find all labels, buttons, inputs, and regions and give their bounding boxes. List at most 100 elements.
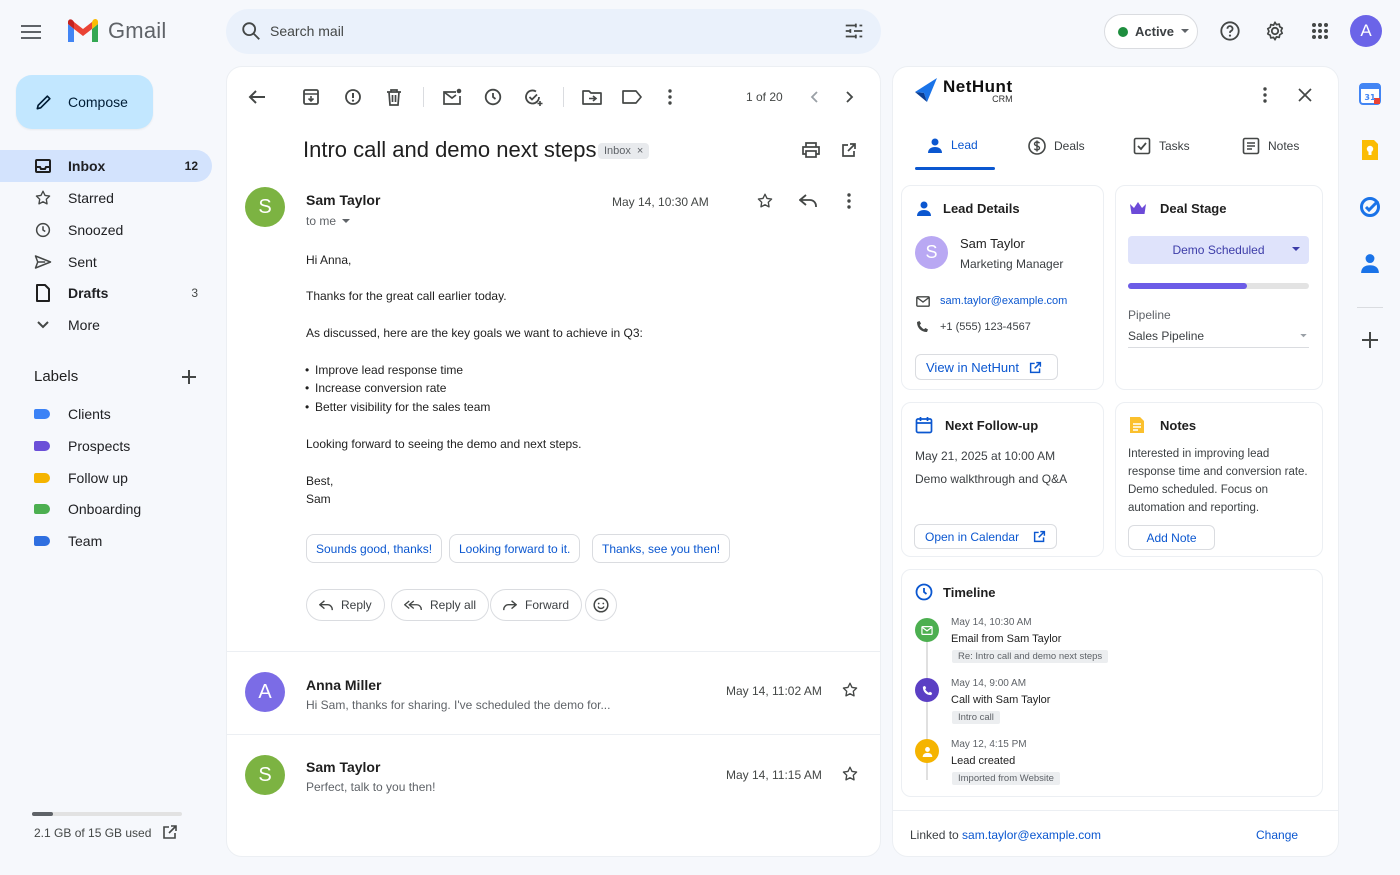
add-note-button[interactable]: Add Note bbox=[1128, 525, 1215, 550]
remove-label-icon[interactable]: × bbox=[637, 145, 643, 157]
tab-notes[interactable]: Notes bbox=[1242, 137, 1299, 155]
report-spam-button[interactable] bbox=[342, 86, 364, 108]
pencil-icon bbox=[36, 95, 51, 110]
nav-item-inbox[interactable]: Inbox 12 bbox=[0, 150, 212, 182]
add-label-button[interactable] bbox=[178, 366, 200, 388]
newer-button[interactable] bbox=[803, 86, 825, 108]
message-preview[interactable]: Hi Sam, thanks for sharing. I've schedul… bbox=[306, 698, 610, 712]
mark-unread-button[interactable] bbox=[441, 86, 463, 108]
star-button[interactable] bbox=[839, 679, 861, 701]
help-button[interactable] bbox=[1214, 15, 1246, 47]
pipeline-select[interactable]: Sales Pipeline bbox=[1128, 326, 1309, 348]
label-item-prospects[interactable]: Prospects bbox=[34, 434, 130, 458]
nav-item-snoozed[interactable]: Snoozed bbox=[0, 214, 212, 246]
reply-button[interactable] bbox=[797, 190, 819, 212]
label-item-follow-up[interactable]: Follow up bbox=[34, 466, 128, 490]
action-label: Reply bbox=[341, 598, 372, 612]
lead-email-link[interactable]: sam.taylor@example.com bbox=[940, 295, 1067, 307]
nav-item-sent[interactable]: Sent bbox=[0, 246, 212, 278]
label-item-clients[interactable]: Clients bbox=[34, 402, 111, 426]
print-button[interactable] bbox=[800, 139, 822, 161]
move-to-button[interactable] bbox=[581, 86, 603, 108]
change-link-button[interactable]: Change bbox=[1256, 828, 1298, 842]
tasks-addon-button[interactable] bbox=[1358, 195, 1382, 219]
tab-lead[interactable]: Lead bbox=[927, 137, 978, 153]
label-item-onboarding[interactable]: Onboarding bbox=[34, 497, 141, 521]
back-button[interactable] bbox=[246, 86, 268, 108]
settings-button[interactable] bbox=[1259, 15, 1291, 47]
snooze-button[interactable] bbox=[482, 86, 504, 108]
nav-label: Snoozed bbox=[68, 222, 124, 238]
nav-item-starred[interactable]: Starred bbox=[0, 182, 212, 214]
view-in-nethunt-button[interactable]: View in NetHunt bbox=[915, 354, 1058, 380]
apps-button[interactable] bbox=[1304, 15, 1336, 47]
action-label: Reply all bbox=[430, 598, 477, 612]
recipients-toggle[interactable]: to me bbox=[306, 214, 351, 228]
gear-icon bbox=[1266, 21, 1284, 41]
crm-more-button[interactable] bbox=[1254, 84, 1276, 106]
compose-button[interactable]: Compose bbox=[16, 75, 153, 129]
note-line: response time and conversion rate. bbox=[1128, 466, 1308, 478]
open-new-window-button[interactable] bbox=[838, 139, 860, 161]
smart-reply-chip[interactable]: Thanks, see you then! bbox=[592, 534, 731, 563]
contacts-addon-button[interactable] bbox=[1358, 251, 1382, 275]
smart-reply-chip[interactable]: Sounds good, thanks! bbox=[306, 534, 443, 563]
label-item-team[interactable]: Team bbox=[34, 529, 102, 553]
status-label: Active bbox=[1135, 24, 1175, 39]
reply-all-action-button[interactable]: Reply all bbox=[391, 589, 490, 621]
forward-action-button[interactable]: Forward bbox=[490, 589, 583, 621]
search-bar[interactable]: Search mail bbox=[226, 9, 881, 54]
archive-button[interactable] bbox=[300, 86, 322, 108]
tab-deals[interactable]: Deals bbox=[1028, 137, 1085, 155]
body-line: Thanks for the great call earlier today. bbox=[306, 289, 507, 303]
sender-name[interactable]: Sam Taylor bbox=[306, 759, 380, 775]
star-button[interactable] bbox=[754, 190, 776, 212]
phone-icon bbox=[917, 321, 928, 332]
labels-heading: Labels bbox=[34, 368, 79, 385]
smart-reply-chip[interactable]: Looking forward to it. bbox=[449, 534, 581, 563]
search-options-icon[interactable] bbox=[843, 20, 865, 42]
keep-addon-button[interactable] bbox=[1358, 138, 1382, 162]
more-options-button[interactable] bbox=[659, 86, 681, 108]
reply-icon bbox=[799, 194, 817, 207]
delete-button[interactable] bbox=[383, 86, 405, 108]
older-button[interactable] bbox=[839, 86, 861, 108]
emoji-react-button[interactable] bbox=[585, 589, 617, 621]
label-name: Prospects bbox=[68, 438, 131, 454]
linked-email-link[interactable]: sam.taylor@example.com bbox=[962, 828, 1101, 842]
status-selector[interactable]: Active bbox=[1104, 14, 1198, 49]
sender-name[interactable]: Sam Taylor bbox=[306, 192, 380, 208]
deal-stage-select[interactable]: Demo Scheduled bbox=[1128, 236, 1309, 264]
sender-name[interactable]: Anna Miller bbox=[306, 677, 381, 693]
storage-details-button[interactable] bbox=[162, 824, 178, 840]
person-icon bbox=[917, 201, 931, 216]
nav-label: Starred bbox=[68, 190, 114, 206]
plus-icon bbox=[1362, 332, 1378, 348]
mark-unread-icon bbox=[443, 88, 462, 105]
account-avatar[interactable]: A bbox=[1350, 15, 1382, 47]
pagination-text: 1 of 20 bbox=[746, 90, 783, 104]
linked-to-text: Linked to sam.taylor@example.com bbox=[910, 828, 1101, 842]
calendar-addon-button[interactable]: 31 bbox=[1358, 82, 1382, 106]
reply-action-button[interactable]: Reply bbox=[306, 589, 385, 621]
crm-close-button[interactable] bbox=[1294, 84, 1316, 106]
checkbox-icon bbox=[1133, 137, 1151, 155]
nav-item-drafts[interactable]: Drafts 3 bbox=[0, 277, 212, 309]
gmail-logo[interactable]: Gmail bbox=[66, 18, 166, 44]
card-title: Deal Stage bbox=[1160, 201, 1227, 216]
get-addons-button[interactable] bbox=[1358, 328, 1382, 352]
tab-tasks[interactable]: Tasks bbox=[1133, 137, 1190, 155]
message-preview[interactable]: Perfect, talk to you then! bbox=[306, 780, 435, 794]
add-to-tasks-button[interactable] bbox=[523, 86, 545, 108]
star-button[interactable] bbox=[839, 763, 861, 785]
storage-bar bbox=[32, 812, 182, 816]
inbox-label-chip[interactable]: Inbox × bbox=[598, 143, 650, 159]
open-in-calendar-button[interactable]: Open in Calendar bbox=[914, 524, 1057, 549]
labels-button[interactable] bbox=[621, 86, 643, 108]
search-input[interactable]: Search mail bbox=[270, 23, 344, 39]
nav-item-more[interactable]: More bbox=[0, 309, 212, 341]
message-more-button[interactable] bbox=[838, 190, 860, 212]
main-menu-button[interactable] bbox=[14, 15, 48, 49]
nav-label: Inbox bbox=[68, 158, 106, 174]
mail-icon bbox=[921, 625, 933, 635]
